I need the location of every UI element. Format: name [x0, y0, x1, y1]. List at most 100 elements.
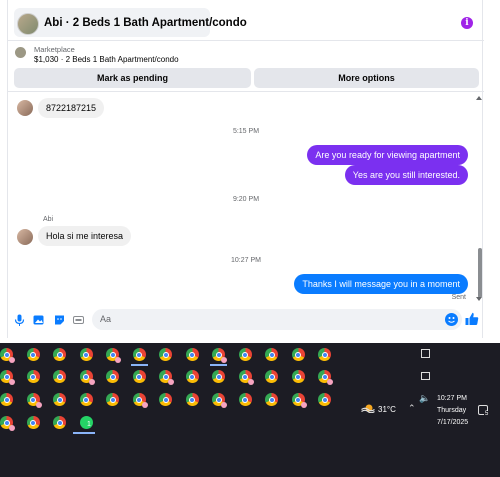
active-app-indicator [210, 364, 227, 366]
clock-date[interactable]: 7/17/2025 [437, 419, 468, 426]
scrollbar-thumb[interactable] [478, 248, 482, 298]
chrome-icon[interactable] [185, 393, 199, 406]
marketplace-listing-bar: Marketplace $1,030 · 2 Beds 1 Bath Apart… [8, 41, 484, 92]
windows-icon[interactable] [421, 349, 430, 358]
chrome-icon[interactable] [185, 348, 199, 361]
chrome-icon[interactable] [0, 370, 15, 385]
emoji-icon[interactable] [445, 313, 458, 326]
chrome-icon[interactable] [265, 348, 278, 361]
weather-icon[interactable] [361, 403, 375, 413]
marketplace-label: Marketplace [34, 45, 75, 54]
chrome-icon[interactable] [238, 370, 254, 385]
chat-title[interactable]: Abi · 2 Beds 1 Bath Apartment/condo [44, 17, 247, 29]
contact-avatar-small [17, 229, 33, 245]
chrome-icon[interactable] [132, 393, 148, 408]
volume-icon[interactable]: 🔈 [419, 394, 430, 404]
sticker-icon[interactable] [54, 314, 65, 326]
listing-thumbnail[interactable] [15, 47, 26, 58]
listing-title[interactable]: $1,030 · 2 Beds 1 Bath Apartment/condo [34, 55, 179, 64]
chrome-icon[interactable] [238, 393, 252, 406]
profile-badge [300, 402, 307, 408]
chrome-icon[interactable] [26, 416, 40, 429]
screen: Abi · 2 Beds 1 Bath Apartment/condo i Ma… [0, 0, 500, 477]
active-app-indicator [73, 432, 95, 434]
chrome-icon[interactable] [79, 348, 93, 361]
chrome-icon[interactable] [159, 348, 172, 361]
chrome-icon[interactable] [106, 393, 119, 406]
chrome-icon[interactable] [265, 370, 278, 383]
timestamp: 9:20 PM [232, 196, 260, 203]
chrome-icon[interactable] [212, 393, 227, 408]
chrome-icon[interactable] [265, 393, 278, 406]
gif-icon[interactable] [73, 314, 84, 326]
chrome-icon[interactable] [53, 393, 66, 406]
like-icon[interactable] [465, 312, 479, 326]
contact-avatar[interactable] [17, 13, 39, 35]
chrome-icon[interactable] [53, 370, 66, 383]
chrome-icon[interactable] [159, 370, 174, 385]
chevron-up-icon[interactable]: ⌃ [408, 404, 416, 414]
profile-badge [327, 379, 333, 385]
chrome-icon[interactable] [318, 393, 331, 406]
profile-badge [9, 425, 15, 431]
chrome-icon[interactable] [291, 348, 305, 361]
mark-as-pending-button[interactable]: Mark as pending [14, 68, 251, 88]
timestamp: 5:15 PM [232, 128, 260, 135]
profile-badge [115, 357, 121, 363]
message-input[interactable]: Aa [92, 309, 462, 330]
chrome-icon[interactable] [159, 393, 172, 406]
chrome-icon[interactable] [210, 348, 227, 366]
outgoing-message[interactable]: Thanks I will message you in a moment [294, 274, 468, 294]
outgoing-message[interactable]: Are you ready for viewing apartment [307, 145, 468, 165]
chrome-icon[interactable] [212, 370, 225, 383]
chrome-icon[interactable] [0, 393, 13, 406]
more-options-button[interactable]: More options [254, 68, 479, 88]
clock-time[interactable]: 10:27 PM [437, 395, 467, 402]
profile-badge [221, 402, 227, 408]
profile-badge [9, 357, 15, 363]
profile-badge [221, 357, 227, 363]
whatsapp-badge-count: 1 [87, 421, 91, 428]
chrome-icon[interactable] [26, 393, 42, 408]
chrome-icon[interactable] [106, 370, 119, 383]
sender-name: Abi [43, 216, 54, 223]
chrome-icon[interactable] [318, 348, 331, 361]
clock-day[interactable]: Thursday [437, 407, 466, 414]
message-list[interactable]: 8722187215 5:15 PM Are you ready for vie… [8, 92, 484, 304]
chrome-icon[interactable] [132, 370, 146, 383]
chrome-icon[interactable] [26, 370, 40, 383]
chrome-icon[interactable] [238, 348, 252, 361]
image-icon[interactable] [33, 314, 44, 326]
messenger-chat-window: Abi · 2 Beds 1 Bath Apartment/condo i Ma… [7, 0, 484, 338]
chrome-icon[interactable] [79, 370, 95, 385]
chrome-icon[interactable] [26, 348, 40, 361]
scroll-down-arrow[interactable] [476, 297, 482, 301]
chrome-icon[interactable] [185, 370, 199, 383]
message-status: Sent [451, 294, 466, 301]
chrome-icon[interactable] [318, 370, 333, 385]
chrome-icon[interactable] [130, 348, 148, 366]
profile-badge [9, 379, 15, 385]
outgoing-message[interactable]: Yes are you still interested. [344, 165, 468, 185]
profile-badge [88, 379, 95, 385]
chrome-icon[interactable] [0, 416, 15, 431]
weather-temperature[interactable]: 31°C [378, 405, 396, 414]
incoming-message[interactable]: Hola si me interesa [38, 226, 132, 246]
message-composer: Aa [8, 306, 484, 334]
active-app-indicator [130, 364, 148, 366]
info-icon[interactable]: i [461, 17, 473, 29]
chrome-icon[interactable] [291, 370, 305, 383]
display-icon[interactable] [421, 372, 430, 380]
profile-badge [168, 379, 174, 385]
chrome-icon[interactable] [291, 393, 307, 408]
scroll-up-arrow[interactable] [476, 96, 482, 100]
microphone-icon[interactable] [14, 314, 25, 326]
incoming-message[interactable]: 8722187215 [38, 98, 105, 118]
chrome-icon[interactable] [53, 416, 66, 429]
chat-header: Abi · 2 Beds 1 Bath Apartment/condo i [8, 0, 484, 41]
chrome-icon[interactable] [0, 348, 15, 363]
chrome-icon[interactable] [53, 348, 66, 361]
profile-badge [141, 402, 148, 408]
chrome-icon[interactable] [79, 393, 93, 406]
chrome-icon[interactable] [106, 348, 121, 363]
